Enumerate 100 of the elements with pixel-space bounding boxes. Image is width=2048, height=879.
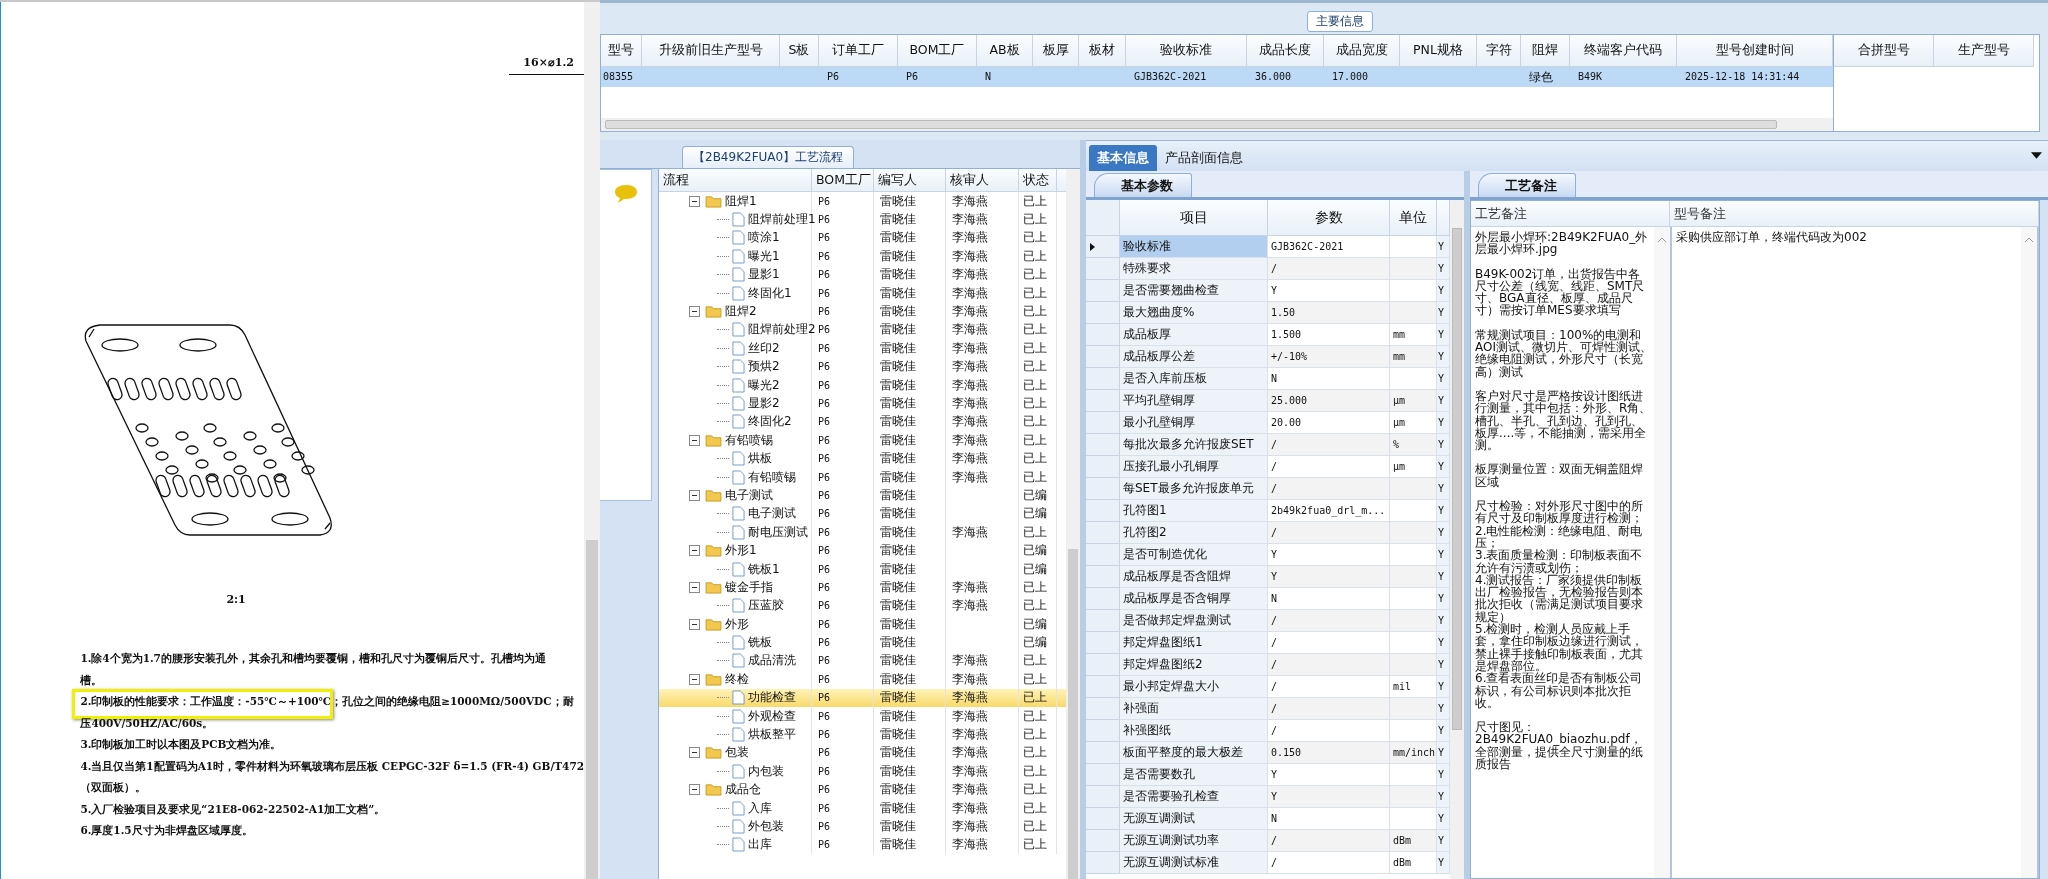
table-cell[interactable]: mm/inch [1390,742,1437,764]
tree-row[interactable]: 出库 P6 雷晓佳 李海燕 已上 [659,835,1066,855]
collapse-icon[interactable] [689,673,700,685]
parameter-row[interactable]: 孔符图2 / Y [1086,522,1450,544]
column-header[interactable]: 单位 [1390,200,1437,236]
tree-row[interactable]: 成品仓 P6 雷晓佳 李海燕 已上 [659,780,1066,799]
scrollbar[interactable] [584,2,600,879]
column-header[interactable]: 板厚 [1033,35,1079,67]
column-header[interactable]: 成品宽度 [1324,35,1400,67]
table-cell[interactable] [1390,522,1437,544]
column-header[interactable]: 生产型号 [1934,35,2034,67]
column-header[interactable]: 项目 [1120,200,1268,236]
row-header[interactable] [1086,236,1120,258]
tree-row[interactable]: 内包装 P6 雷晓佳 李海燕 已上 [659,762,1066,781]
parameter-row[interactable]: 是否需要数孔 Y Y [1086,764,1450,786]
table-cell[interactable]: Y [1268,566,1390,588]
table-cell[interactable]: / [1268,698,1390,720]
tree-row[interactable]: 显影1 P6 雷晓佳 李海燕 已上 [659,265,1066,284]
tree-row[interactable]: 烘板整平 P6 雷晓佳 李海燕 已上 [659,725,1066,744]
table-cell[interactable]: / [1268,610,1390,632]
column-header[interactable]: BOM工厂 [812,169,874,191]
parameter-row[interactable]: 成品板厚 1.500 mm Y [1086,324,1450,346]
parameter-row[interactable]: 是否需要验孔检查 Y Y [1086,786,1450,808]
tree-row[interactable]: 阻焊前处理2 P6 雷晓佳 李海燕 已上 [659,320,1066,340]
column-header[interactable]: 工艺备注 [1471,201,1670,227]
tree-row[interactable]: 电子测试 P6 雷晓佳 已编 [659,486,1066,505]
parameter-row[interactable]: 成品板厚是否含铜厚 N Y [1086,588,1450,610]
column-header[interactable]: 核审人 [946,169,1019,191]
column-header[interactable]: 编写人 [874,169,946,191]
tree-row[interactable]: 烘板 P6 雷晓佳 李海燕 已上 [659,449,1066,468]
column-header[interactable]: 型号 [601,35,642,67]
parameter-row[interactable]: 最小孔壁铜厚 20.00 μm Y [1086,412,1450,434]
tree-row[interactable]: 有铅喷锡 P6 雷晓佳 李海燕 已上 [659,431,1066,450]
tree-row[interactable]: 预烘2 P6 雷晓佳 李海燕 已上 [659,357,1066,376]
parameter-row[interactable]: 每批次最多允许报废SET / % Y [1086,434,1450,456]
table-cell[interactable] [1390,258,1437,280]
parameter-row[interactable]: 无源互调测试标准 / dBm Y [1086,852,1450,874]
column-header[interactable] [1437,200,1450,236]
speech-bubble-icon[interactable] [613,184,638,204]
table-cell[interactable] [1390,698,1437,720]
parameter-row[interactable]: 压接孔最小孔铜厚 / μm Y [1086,456,1450,478]
tree-row[interactable]: 外包装 P6 雷晓佳 李海燕 已上 [659,817,1066,836]
collapse-icon[interactable] [689,306,700,318]
tree-row[interactable]: 终固化2 P6 雷晓佳 李海燕 已上 [659,412,1066,432]
collapse-icon[interactable] [689,489,700,501]
scrollbar[interactable] [2021,227,2037,878]
parameter-row[interactable]: 成品板厚公差 +/-10% mm Y [1086,346,1450,368]
table-cell[interactable]: / [1268,258,1390,280]
column-header[interactable]: 升级前旧生产型号 [642,35,780,67]
tree-row[interactable]: 镀金手指 P6 雷晓佳 李海燕 已上 [659,578,1066,597]
tree-row[interactable]: 终检 P6 雷晓佳 李海燕 已上 [659,670,1066,689]
tab[interactable]: 基本信息 [1089,145,1157,171]
table-cell[interactable]: 0.150 [1268,742,1390,764]
column-header[interactable]: 状态 [1019,169,1057,191]
tree-row[interactable]: 外形 P6 雷晓佳 已编 [659,615,1066,634]
column-header[interactable]: 阻焊 [1521,35,1570,67]
tree-row[interactable]: 曝光2 P6 雷晓佳 李海燕 已上 [659,375,1066,395]
table-cell[interactable]: / [1268,852,1390,874]
parameter-row[interactable]: 最小邦定焊盘大小 / mil Y [1086,676,1450,698]
tab[interactable]: 基本参数 [1094,173,1192,197]
tree-row[interactable]: 成品清洗 P6 雷晓佳 李海燕 已上 [659,651,1066,671]
table-cell[interactable]: % [1390,434,1437,456]
column-header[interactable]: 成品长度 [1247,35,1324,67]
parameter-row[interactable]: 邦定焊盘图纸2 / Y [1086,654,1450,676]
tree-row[interactable]: 包装 P6 雷晓佳 李海燕 已上 [659,743,1066,763]
collapse-icon[interactable] [689,747,700,759]
table-cell[interactable]: mm [1390,346,1437,368]
parameter-row[interactable]: 是否做邦定焊盘测试 / Y [1086,610,1450,632]
column-header[interactable]: 型号备注 [1670,201,2039,227]
tree-row[interactable]: 阻焊2 P6 雷晓佳 李海燕 已上 [659,302,1066,321]
collapse-icon[interactable] [689,581,700,593]
tree-row[interactable]: 耐电压测试 P6 雷晓佳 李海燕 已上 [659,523,1066,542]
parameter-row[interactable]: 邦定焊盘图纸1 / Y [1086,632,1450,654]
tree-row[interactable]: 电子测试 P6 雷晓佳 已编 [659,504,1066,524]
parameter-row[interactable]: 补强图纸 / Y [1086,720,1450,742]
scrollbar[interactable] [1066,169,1080,879]
table-cell[interactable] [1390,786,1437,808]
tree-row[interactable]: 终固化1 P6 雷晓佳 李海燕 已上 [659,283,1066,303]
table-cell[interactable]: 25.000 [1268,390,1390,412]
column-header[interactable]: 终端客户代码 [1570,35,1677,67]
collapse-icon[interactable] [689,618,700,630]
parameter-row[interactable]: 每SET最多允许报废单元 / Y [1086,478,1450,500]
table-cell[interactable]: / [1268,434,1390,456]
tree-row[interactable]: 曝光1 P6 雷晓佳 李海燕 已上 [659,247,1066,266]
tree-row[interactable]: 外观检查 P6 雷晓佳 李海燕 已上 [659,706,1066,726]
table-cell[interactable]: 1.50 [1268,302,1390,324]
column-header[interactable]: BOM工厂 [898,35,977,67]
scrollbar[interactable] [601,118,1833,131]
parameter-row[interactable]: 平均孔壁铜厚 25.000 μm Y [1086,390,1450,412]
tree-row[interactable]: 阻焊1 P6 雷晓佳 李海燕 已上 [659,192,1066,211]
column-header[interactable]: 验收标准 [1126,35,1247,67]
table-cell[interactable]: / [1268,522,1390,544]
parameter-row[interactable]: 是否可制造优化 Y Y [1086,544,1450,566]
table-cell[interactable] [1390,610,1437,632]
table-cell[interactable]: / [1268,478,1390,500]
tree-row[interactable]: 有铅喷锡 P6 雷晓佳 李海燕 已上 [659,467,1066,487]
parameter-row[interactable]: 孔符图1 2b49k2fua0_drl_m... Y [1086,500,1450,522]
parameter-row[interactable]: 成品板厚是否含阻焊 Y Y [1086,566,1450,588]
parameter-row[interactable]: 验收标准 GJB362C-2021 Y [1086,236,1450,258]
tree-row[interactable]: 入库 P6 雷晓佳 李海燕 已上 [659,798,1066,818]
